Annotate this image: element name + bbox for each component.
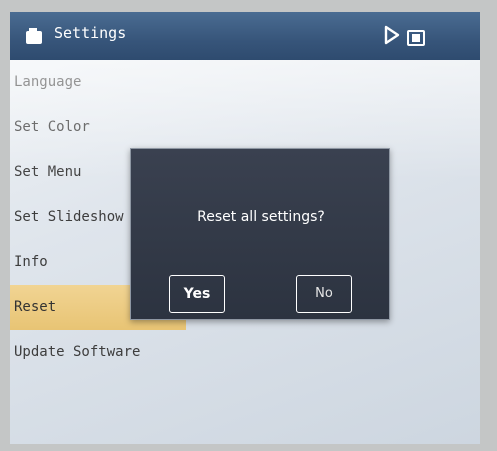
page-title: Settings bbox=[54, 24, 127, 42]
no-button[interactable]: No bbox=[296, 275, 352, 313]
menu-item-update-software[interactable]: Update Software bbox=[10, 330, 210, 375]
settings-icon bbox=[26, 28, 42, 44]
menu-item-language[interactable]: Language bbox=[10, 60, 210, 105]
reset-dialog: Reset all settings? Yes No bbox=[130, 148, 390, 320]
menu-item-label: Set Slideshow bbox=[14, 209, 124, 225]
menu-item-label: Language bbox=[14, 74, 82, 90]
header-bar: Settings bbox=[10, 12, 480, 60]
menu-item-set-color[interactable]: Set Color bbox=[10, 105, 210, 150]
card-icon bbox=[407, 30, 425, 46]
screen: Settings Language Set Color Set Menu Set… bbox=[10, 12, 480, 444]
menu-item-label: Set Menu bbox=[14, 164, 82, 180]
menu-item-label: Set Color bbox=[14, 119, 90, 135]
dialog-message: Reset all settings? bbox=[197, 209, 325, 225]
menu-item-label: Info bbox=[14, 254, 48, 270]
menu-item-label: Reset bbox=[14, 299, 57, 315]
play-icon bbox=[384, 25, 400, 45]
yes-button[interactable]: Yes bbox=[169, 275, 225, 313]
menu-item-label: Update Software bbox=[14, 344, 141, 360]
